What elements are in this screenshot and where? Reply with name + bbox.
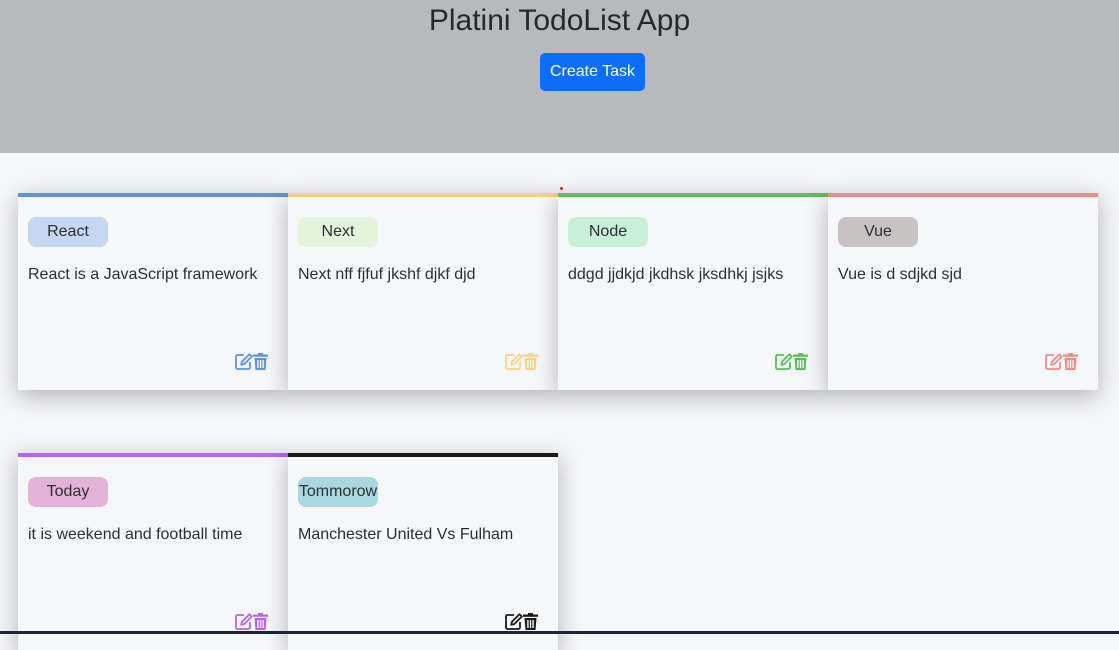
- edit-icon[interactable]: [775, 352, 793, 370]
- edit-icon[interactable]: [505, 352, 523, 370]
- task-card: Vue Vue is d sdjkd sjd: [828, 193, 1098, 390]
- task-card: Node ddgd jjdkjd jkdhsk jksdhkj jsjks: [558, 193, 828, 390]
- task-description: it is weekend and football time: [28, 526, 243, 543]
- create-task-button[interactable]: Create Task: [540, 53, 645, 91]
- task-description: Vue is d sdjkd sjd: [838, 266, 962, 283]
- trash-icon[interactable]: [253, 352, 268, 370]
- trash-icon[interactable]: [253, 612, 268, 630]
- edit-icon[interactable]: [235, 352, 253, 370]
- task-description: ddgd jjdkjd jkdhsk jksdhkj jsjks: [568, 266, 784, 283]
- task-category-badge: Node: [568, 217, 648, 247]
- header-banner: Platini TodoList App Create Task: [0, 0, 1119, 153]
- task-description: Next nff fjfuf jkshf djkf djd: [298, 266, 476, 283]
- page-title: Platini TodoList App: [428, 4, 691, 37]
- task-actions: [235, 612, 268, 630]
- task-actions: [235, 352, 268, 370]
- trash-icon[interactable]: [523, 352, 538, 370]
- task-card: Today it is weekend and football time: [18, 453, 288, 650]
- task-category-badge: Vue: [838, 217, 918, 247]
- trash-icon[interactable]: [793, 352, 808, 370]
- trash-icon[interactable]: [1063, 352, 1078, 370]
- task-card: Next Next nff fjfuf jkshf djkf djd: [288, 193, 558, 390]
- edit-icon[interactable]: [505, 612, 523, 630]
- edit-icon[interactable]: [1045, 352, 1063, 370]
- edit-icon[interactable]: [235, 612, 253, 630]
- trash-icon[interactable]: [523, 612, 538, 630]
- decorative-dot: [560, 187, 563, 190]
- task-description: React is a JavaScript framework: [28, 266, 258, 283]
- task-category-badge: React: [28, 217, 108, 247]
- task-card: React React is a JavaScript framework: [18, 193, 288, 390]
- task-description: Manchester United Vs Fulham: [298, 526, 514, 543]
- task-actions: [775, 352, 808, 370]
- task-category-badge: Tommorow: [298, 477, 378, 507]
- task-actions: [1045, 352, 1078, 370]
- task-category-badge: Next: [298, 217, 378, 247]
- task-actions: [505, 352, 538, 370]
- task-actions: [505, 612, 538, 630]
- task-card: Tommorow Manchester United Vs Fulham: [288, 453, 558, 650]
- task-category-badge: Today: [28, 477, 108, 507]
